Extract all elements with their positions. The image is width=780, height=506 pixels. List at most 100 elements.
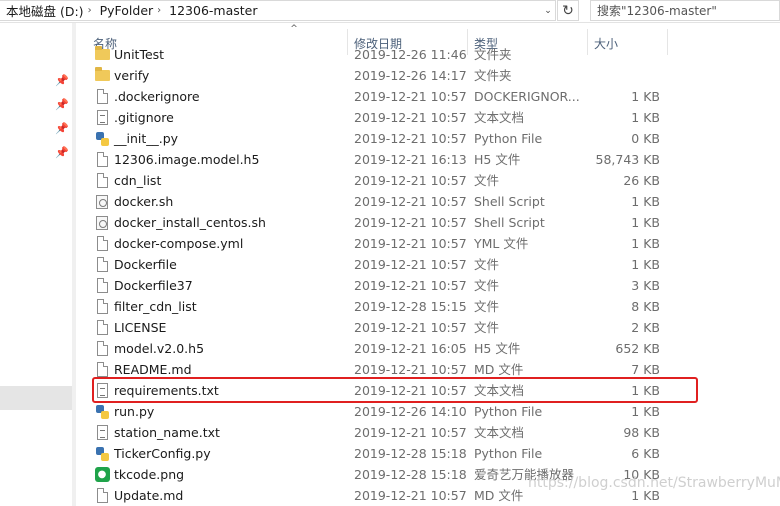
- file-row[interactable]: cdn_list 2019-12-21 10:57 文件 26 KB: [94, 170, 694, 191]
- file-type: 文件: [474, 299, 500, 314]
- file-name: docker_install_centos.sh: [114, 215, 266, 230]
- file-row[interactable]: .dockerignore 2019-12-21 10:57 DOCKERIGNOR…: [94, 86, 694, 107]
- chevron-down-icon[interactable]: ⌄: [541, 1, 555, 20]
- file-row[interactable]: UnitTest 2019-12-26 11:46 文件夹: [94, 46, 694, 65]
- file-row[interactable]: 12306.image.model.h5 2019-12-21 16:13 H5 文…: [94, 149, 694, 170]
- breadcrumb-12306-master[interactable]: 12306-master: [163, 3, 259, 18]
- file-date: 2019-12-21 10:57: [354, 131, 467, 146]
- file-icon: [94, 298, 110, 315]
- file-name: tkcode.png: [114, 467, 185, 482]
- file-row[interactable]: docker-compose.yml 2019-12-21 10:57 YML 文件…: [94, 233, 694, 254]
- nav-selected-item[interactable]: [0, 386, 72, 410]
- file-name: LICENSE: [114, 320, 167, 335]
- file-icon: [94, 172, 110, 189]
- search-input[interactable]: 搜索"12306-master": [590, 0, 780, 21]
- file-name: docker.sh: [114, 194, 174, 209]
- file-icon: [94, 151, 110, 168]
- file-icon: [94, 88, 110, 105]
- breadcrumb-pyfolder[interactable]: PyFolder: [94, 3, 156, 18]
- file-type: 文本文档: [474, 110, 525, 125]
- file-date: 2019-12-28 15:18: [354, 467, 467, 482]
- file-date: 2019-12-28 15:18: [354, 446, 467, 461]
- file-type: MD 文件: [474, 488, 524, 503]
- highlight-box: [92, 377, 698, 403]
- file-size: 1 KB: [631, 236, 660, 251]
- file-date: 2019-12-21 10:57: [354, 488, 467, 503]
- file-date: 2019-12-21 10:57: [354, 194, 467, 209]
- file-row[interactable]: Dockerfile 2019-12-21 10:57 文件 1 KB: [94, 254, 694, 275]
- file-size: 8 KB: [631, 299, 660, 314]
- folder-icon: [94, 67, 110, 84]
- file-row[interactable]: station_name.txt 2019-12-21 10:57 文本文档 98 K…: [94, 422, 694, 443]
- file-type: H5 文件: [474, 341, 521, 356]
- file-icon: [94, 340, 110, 357]
- file-row[interactable]: .gitignore 2019-12-21 10:57 文本文档 1 KB: [94, 107, 694, 128]
- file-row[interactable]: filter_cdn_list 2019-12-28 15:15 文件 8 KB: [94, 296, 694, 317]
- file-row[interactable]: LICENSE 2019-12-21 10:57 文件 2 KB: [94, 317, 694, 338]
- file-size: 1 KB: [631, 404, 660, 419]
- file-icon: [94, 256, 110, 273]
- file-size: 26 KB: [623, 173, 660, 188]
- pin-icon[interactable]: 📌: [55, 145, 69, 159]
- shell-script-icon: [94, 214, 110, 231]
- chevron-right-icon[interactable]: ›: [86, 5, 94, 16]
- pin-icon[interactable]: 📌: [55, 73, 69, 87]
- file-row[interactable]: model.v2.0.h5 2019-12-21 16:05 H5 文件 652 KB: [94, 338, 694, 359]
- breadcrumb[interactable]: 本地磁盘 (D:) › PyFolder › 12306-master: [0, 0, 556, 21]
- file-name: filter_cdn_list: [114, 299, 197, 314]
- file-date: 2019-12-21 10:57: [354, 425, 467, 440]
- file-icon: [94, 487, 110, 504]
- file-date: 2019-12-26 11:46: [354, 47, 467, 62]
- navigation-pane: 📌 📌 📌 📌: [0, 23, 76, 506]
- pin-icon[interactable]: 📌: [55, 121, 69, 135]
- file-type: YML 文件: [474, 236, 529, 251]
- file-name: .gitignore: [114, 110, 174, 125]
- file-size: 98 KB: [623, 425, 660, 440]
- file-icon: [94, 319, 110, 336]
- python-file-icon: [94, 445, 110, 462]
- file-name: model.v2.0.h5: [114, 341, 205, 356]
- file-type: 文件: [474, 173, 500, 188]
- address-bar-row: 本地磁盘 (D:) › PyFolder › 12306-master ⌄ ↻ …: [0, 0, 780, 23]
- file-name: Update.md: [114, 488, 184, 503]
- file-name: __init__.py: [114, 131, 179, 146]
- file-type: Python File: [474, 404, 543, 419]
- file-row[interactable]: __init__.py 2019-12-21 10:57 Python File 0 …: [94, 128, 694, 149]
- file-size: [564, 46, 660, 65]
- file-date: 2019-12-21 10:57: [354, 89, 467, 104]
- file-type: 文件: [474, 257, 500, 272]
- file-icon: [94, 277, 110, 294]
- file-type: 文件: [474, 278, 500, 293]
- file-size: 0 KB: [631, 131, 660, 146]
- file-row[interactable]: docker.sh 2019-12-21 10:57 Shell Script 1 K…: [94, 191, 694, 212]
- file-row[interactable]: run.py 2019-12-26 14:10 Python File 1 KB: [94, 401, 694, 422]
- watermark: https://blog.csdn.net/StrawberryMuMu: [528, 475, 780, 491]
- pin-icon[interactable]: 📌: [55, 97, 69, 111]
- file-date: 2019-12-21 10:57: [354, 215, 467, 230]
- file-list: UnitTest 2019-12-26 11:46 文件夹 verify 2019-12…: [76, 46, 780, 506]
- file-name: 12306.image.model.h5: [114, 152, 260, 167]
- python-file-icon: [94, 403, 110, 420]
- breadcrumb-drive[interactable]: 本地磁盘 (D:): [0, 1, 86, 20]
- file-type: 文件: [474, 320, 500, 335]
- file-icon: [94, 361, 110, 378]
- text-file-icon: [94, 109, 110, 126]
- file-date: 2019-12-28 15:15: [354, 299, 467, 314]
- file-type: Shell Script: [474, 215, 545, 230]
- file-row[interactable]: verify 2019-12-26 14:17 文件夹: [94, 65, 694, 86]
- file-row[interactable]: TickerConfig.py 2019-12-28 15:18 Python Fi…: [94, 443, 694, 464]
- refresh-icon[interactable]: ↻: [557, 0, 579, 21]
- file-date: 2019-12-21 10:57: [354, 257, 467, 272]
- chevron-right-icon[interactable]: ›: [155, 5, 163, 16]
- shell-script-icon: [94, 193, 110, 210]
- file-icon: [94, 235, 110, 252]
- file-name: Dockerfile37: [114, 278, 193, 293]
- file-row[interactable]: Dockerfile37 2019-12-21 10:57 文件 3 KB: [94, 275, 694, 296]
- file-row[interactable]: docker_install_centos.sh 2019-12-21 10:57…: [94, 212, 694, 233]
- file-name: verify: [114, 68, 150, 83]
- file-type: Python File: [474, 131, 543, 146]
- file-name: .dockerignore: [114, 89, 200, 104]
- file-type: 文件夹: [474, 47, 512, 62]
- file-size: 1 KB: [631, 257, 660, 272]
- file-type: H5 文件: [474, 152, 521, 167]
